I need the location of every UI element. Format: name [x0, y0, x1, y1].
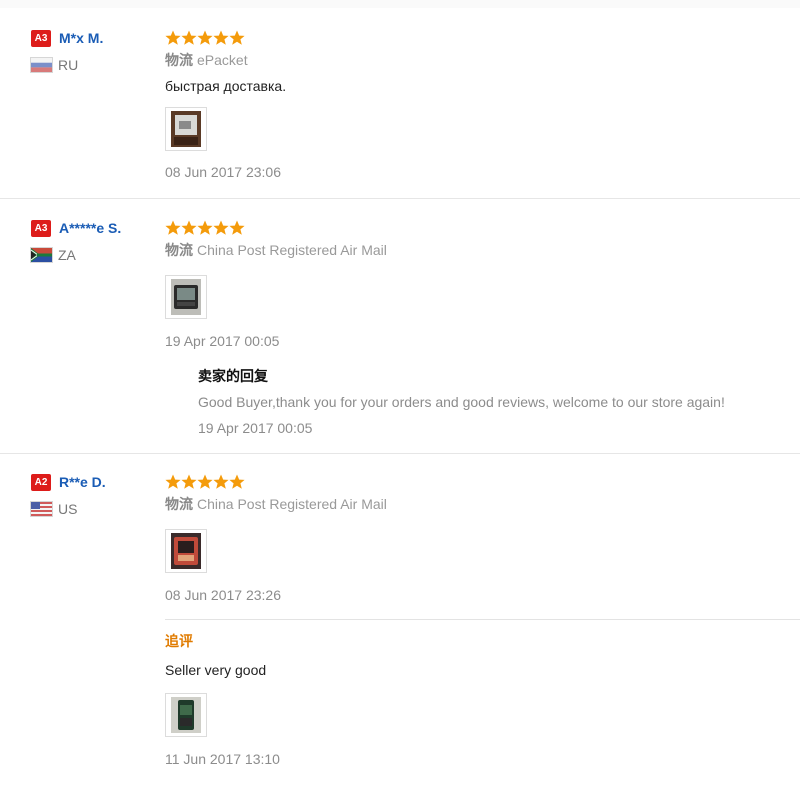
- review-item: A2 R**e D. US 物流 China Post Registered A…: [0, 472, 800, 782]
- buyer-level-badge: A3: [31, 219, 51, 237]
- additional-review: 追评 Seller very good 11 Jun 2017 13:10: [165, 632, 785, 768]
- review-content: 物流 China Post Registered Air Mail 19 Apr …: [165, 218, 785, 350]
- review-photo-thumbnail[interactable]: [165, 529, 207, 573]
- us-flag-icon: [31, 502, 52, 516]
- reviewer-country: ZA: [58, 247, 76, 263]
- review-item: A3 A*****e S. ZA 物流 China Post Registere…: [0, 218, 800, 453]
- star-icons: [165, 30, 245, 45]
- logistics-label: 物流: [165, 52, 193, 68]
- star-rating: [165, 28, 785, 47]
- review-divider: [0, 198, 800, 199]
- additional-review-date: 11 Jun 2017 13:10: [165, 751, 280, 767]
- reviewer-name[interactable]: A*****e S.: [59, 220, 121, 236]
- review-date: 19 Apr 2017 00:05: [165, 333, 280, 349]
- logistics-info: 物流 China Post Registered Air Mail: [165, 241, 785, 259]
- review-date: 08 Jun 2017 23:06: [165, 164, 281, 180]
- photo-image: [171, 697, 201, 733]
- star-rating: [165, 472, 785, 491]
- review-text: быстрая доставка.: [165, 78, 287, 94]
- review-photo-thumbnail[interactable]: [165, 107, 207, 151]
- logistics-label: 物流: [165, 496, 193, 512]
- ru-flag-icon: [31, 58, 52, 72]
- photo-image: [171, 533, 201, 569]
- reviewer-info: A2 R**e D. US: [31, 472, 156, 517]
- logistics-info: 物流 ePacket: [165, 51, 785, 69]
- additional-review-text: Seller very good: [165, 662, 267, 678]
- review-photo-thumbnail[interactable]: [165, 693, 207, 737]
- logistics-label: 物流: [165, 242, 193, 258]
- review-content: 物流 ePacket быстрая доставка. 08 Jun 2017 …: [165, 28, 785, 181]
- reviewer-name[interactable]: M*x M.: [59, 30, 103, 46]
- reviewer-info: A3 M*x M. RU: [31, 28, 156, 73]
- additional-review-divider: [165, 619, 800, 620]
- star-rating: [165, 218, 785, 237]
- reviewer-name[interactable]: R**e D.: [59, 474, 106, 490]
- reviewer-info: A3 A*****e S. ZA: [31, 218, 156, 263]
- logistics-info: 物流 China Post Registered Air Mail: [165, 495, 785, 513]
- additional-review-title: 追评: [165, 633, 193, 649]
- reviewer-country: RU: [58, 57, 79, 73]
- review-divider: [0, 453, 800, 454]
- review-date: 08 Jun 2017 23:26: [165, 587, 281, 603]
- seller-reply-text: Good Buyer,thank you for your orders and…: [198, 394, 725, 410]
- review-content: 物流 China Post Registered Air Mail 08 Jun …: [165, 472, 785, 604]
- review-photo-thumbnail[interactable]: [165, 275, 207, 319]
- logistics-method: China Post Registered Air Mail: [197, 496, 387, 512]
- buyer-level-badge: A2: [31, 473, 51, 491]
- photo-image: [171, 279, 201, 315]
- seller-reply-title: 卖家的回复: [198, 368, 268, 384]
- logistics-method: China Post Registered Air Mail: [197, 242, 387, 258]
- reviewer-country: US: [58, 501, 78, 517]
- za-flag-icon: [31, 248, 52, 262]
- seller-reply: 卖家的回复 Good Buyer,thank you for your orde…: [198, 367, 788, 437]
- star-icons: [165, 474, 245, 489]
- seller-reply-date: 19 Apr 2017 00:05: [198, 420, 313, 436]
- logistics-method: ePacket: [197, 52, 248, 68]
- top-edge: [0, 0, 800, 8]
- photo-image: [171, 111, 201, 147]
- star-icons: [165, 220, 245, 235]
- buyer-level-badge: A3: [31, 29, 51, 47]
- review-item: A3 M*x M. RU 物流 ePacket быстрая доставка…: [0, 28, 800, 198]
